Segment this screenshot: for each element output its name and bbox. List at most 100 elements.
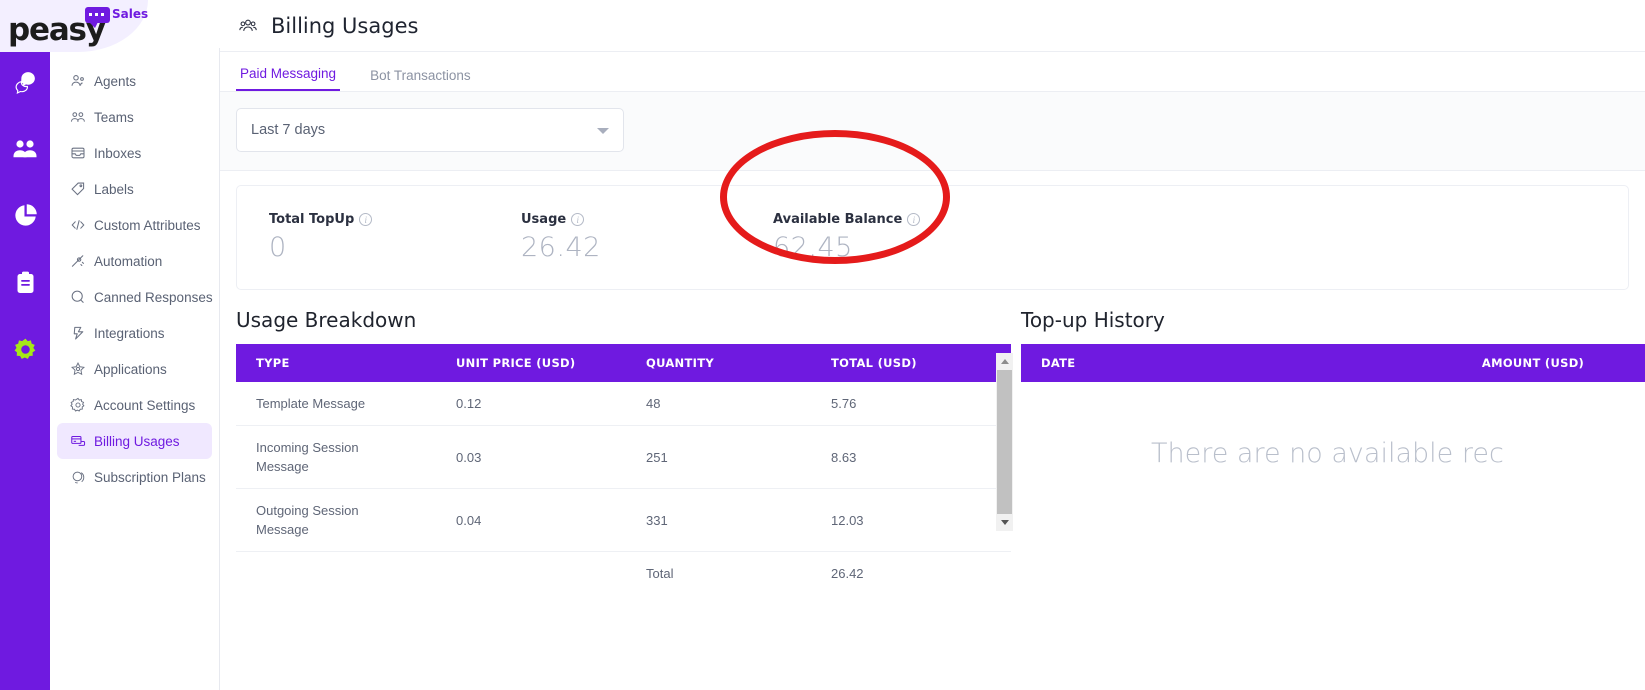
tables-section: Usage Breakdown TYPE UNIT PRICE (USD) QU… — [220, 308, 1645, 595]
info-circle-icon[interactable]: i — [359, 213, 373, 226]
sidebar-item-inboxes[interactable]: Inboxes — [57, 135, 212, 171]
tab-paid-messaging[interactable]: Paid Messaging — [236, 66, 341, 91]
clipboard-icon — [15, 271, 36, 295]
cell-total: 12.03 — [811, 488, 1011, 552]
info-circle-icon[interactable]: i — [571, 213, 585, 226]
cell-total-value: 26.42 — [831, 566, 864, 581]
logo-chat-bubble-icon — [85, 7, 110, 28]
stat-total-topup: Total TopUp i 0 — [237, 186, 489, 263]
scrollbar-thumb[interactable] — [997, 370, 1012, 514]
info-circle-icon[interactable]: i — [907, 213, 921, 226]
settings-sidebar: Agents Teams Inboxes Labels Custom Attri… — [50, 48, 220, 690]
rail-item-contacts[interactable] — [0, 115, 50, 182]
agents-icon — [69, 73, 86, 90]
gear-icon — [69, 397, 86, 414]
table-row: Template Message 0.12 48 5.76 — [236, 382, 1011, 426]
topup-history-empty-message: There are no available rec — [1151, 438, 1504, 469]
caret-down-icon[interactable] — [996, 514, 1013, 531]
stat-value: 62.45 — [773, 232, 853, 263]
rail-item-reports[interactable] — [0, 182, 50, 249]
usage-breakdown-body: Template Message 0.12 48 5.76 Incoming S… — [236, 382, 1011, 595]
date-range-select[interactable]: Last 7 days — [236, 108, 624, 152]
cell-type: Outgoing Session Message — [236, 488, 436, 552]
label-tag-icon — [69, 181, 86, 198]
sidebar-item-automation[interactable]: Automation — [57, 243, 212, 279]
gear-icon — [13, 337, 38, 362]
stat-label: Available Balance — [773, 212, 903, 227]
sidebar-item-label: Integrations — [94, 325, 165, 341]
cell-quantity: 251 — [626, 425, 811, 489]
sidebar-item-label: Canned Responses — [94, 289, 213, 305]
stat-usage: Usage i 26.42 — [489, 186, 741, 263]
billing-group-icon — [238, 16, 258, 36]
teams-icon — [69, 109, 86, 126]
stat-label-row: Available Balance i — [773, 212, 993, 227]
sidebar-item-applications[interactable]: Applications — [57, 351, 212, 387]
inbox-icon — [69, 145, 86, 162]
sidebar-item-label: Automation — [94, 253, 163, 269]
stat-value: 0 — [269, 232, 287, 263]
sidebar-item-custom-attributes[interactable]: Custom Attributes — [57, 207, 212, 243]
cell-type: Template Message — [236, 382, 436, 426]
sidebar-item-integrations[interactable]: Integrations — [57, 315, 212, 351]
pie-chart-icon — [13, 203, 38, 228]
sidebar-item-teams[interactable]: Teams — [57, 99, 212, 135]
sidebar-item-billing-usages[interactable]: Billing Usages — [57, 423, 212, 459]
sidebar-item-label: Subscription Plans — [94, 469, 206, 485]
topup-history-block: Top-up History DATE AMOUNT (USD) There a… — [1011, 308, 1645, 595]
usage-breakdown-title: Usage Breakdown — [236, 308, 417, 332]
sidebar-item-account-settings[interactable]: Account Settings — [57, 387, 212, 423]
automation-icon — [69, 253, 86, 270]
stat-label-row: Usage i — [521, 212, 741, 227]
table-header-row: TYPE UNIT PRICE (USD) QUANTITY TOTAL (US… — [236, 344, 1011, 382]
stat-label: Total TopUp — [269, 212, 355, 227]
sidebar-item-canned-responses[interactable]: Canned Responses — [57, 279, 213, 315]
sidebar-item-labels[interactable]: Labels — [57, 171, 212, 207]
rail-item-conversations[interactable] — [0, 48, 50, 115]
sidebar-item-label: Teams — [94, 109, 134, 125]
chevron-down-icon — [597, 128, 609, 134]
col-type: TYPE — [236, 344, 436, 382]
cell-quantity: 331 — [626, 488, 811, 552]
sidebar-item-label: Custom Attributes — [94, 217, 201, 233]
sidebar-item-label: Billing Usages — [94, 433, 180, 449]
cell-type: Incoming Session Message — [236, 425, 436, 489]
rail-item-campaigns[interactable] — [0, 249, 50, 316]
col-unit-price: UNIT PRICE (USD) — [436, 344, 626, 382]
caret-up-glyph — [1000, 359, 1009, 364]
table-header-row: DATE AMOUNT (USD) — [1021, 344, 1645, 382]
caret-down-glyph — [1000, 520, 1009, 525]
usage-table-scrollbar[interactable] — [996, 353, 1013, 531]
sidebar-item-label: Account Settings — [94, 397, 196, 413]
applications-icon — [69, 361, 86, 378]
cell-unit-price — [436, 552, 626, 596]
sidebar-item-agents[interactable]: Agents — [57, 63, 212, 99]
cell-total: 8.63 — [811, 425, 1011, 489]
page-header: Billing Usages — [220, 0, 1645, 52]
rail-item-settings[interactable] — [0, 316, 50, 383]
topup-history-table: DATE AMOUNT (USD) — [1021, 344, 1645, 382]
subscription-icon — [69, 469, 86, 486]
caret-up-icon[interactable] — [996, 353, 1013, 370]
people-icon — [12, 137, 38, 161]
billing-icon — [69, 433, 86, 450]
table-row: Incoming Session Message 0.03 251 8.63 — [236, 425, 1011, 489]
stat-label-row: Total TopUp i — [269, 212, 489, 227]
cell-type — [236, 552, 436, 596]
col-amount: AMOUNT (USD) — [1401, 344, 1645, 382]
tab-bot-transactions[interactable]: Bot Transactions — [366, 68, 475, 91]
brand-logo[interactable]: peasy Sales — [6, 4, 149, 48]
topup-history-title: Top-up History — [1021, 308, 1165, 332]
logo-bubble-dots — [89, 13, 105, 16]
sidebar-item-label: Labels — [94, 181, 134, 197]
sidebar-item-subscription-plans[interactable]: Subscription Plans — [57, 459, 212, 495]
app-root: Agents Teams Inboxes Labels Custom Attri… — [0, 0, 1645, 690]
table-total-row: Total 26.42 — [236, 552, 1011, 596]
code-brackets-icon — [69, 217, 86, 234]
usage-breakdown-block: Usage Breakdown TYPE UNIT PRICE (USD) QU… — [236, 308, 1013, 595]
sidebar-item-label: Agents — [94, 73, 137, 89]
date-range-value: Last 7 days — [251, 122, 326, 138]
sidebar-item-label: Inboxes — [94, 145, 142, 161]
brand-suffix: Sales — [112, 7, 149, 21]
col-total: TOTAL (USD) — [811, 344, 1011, 382]
